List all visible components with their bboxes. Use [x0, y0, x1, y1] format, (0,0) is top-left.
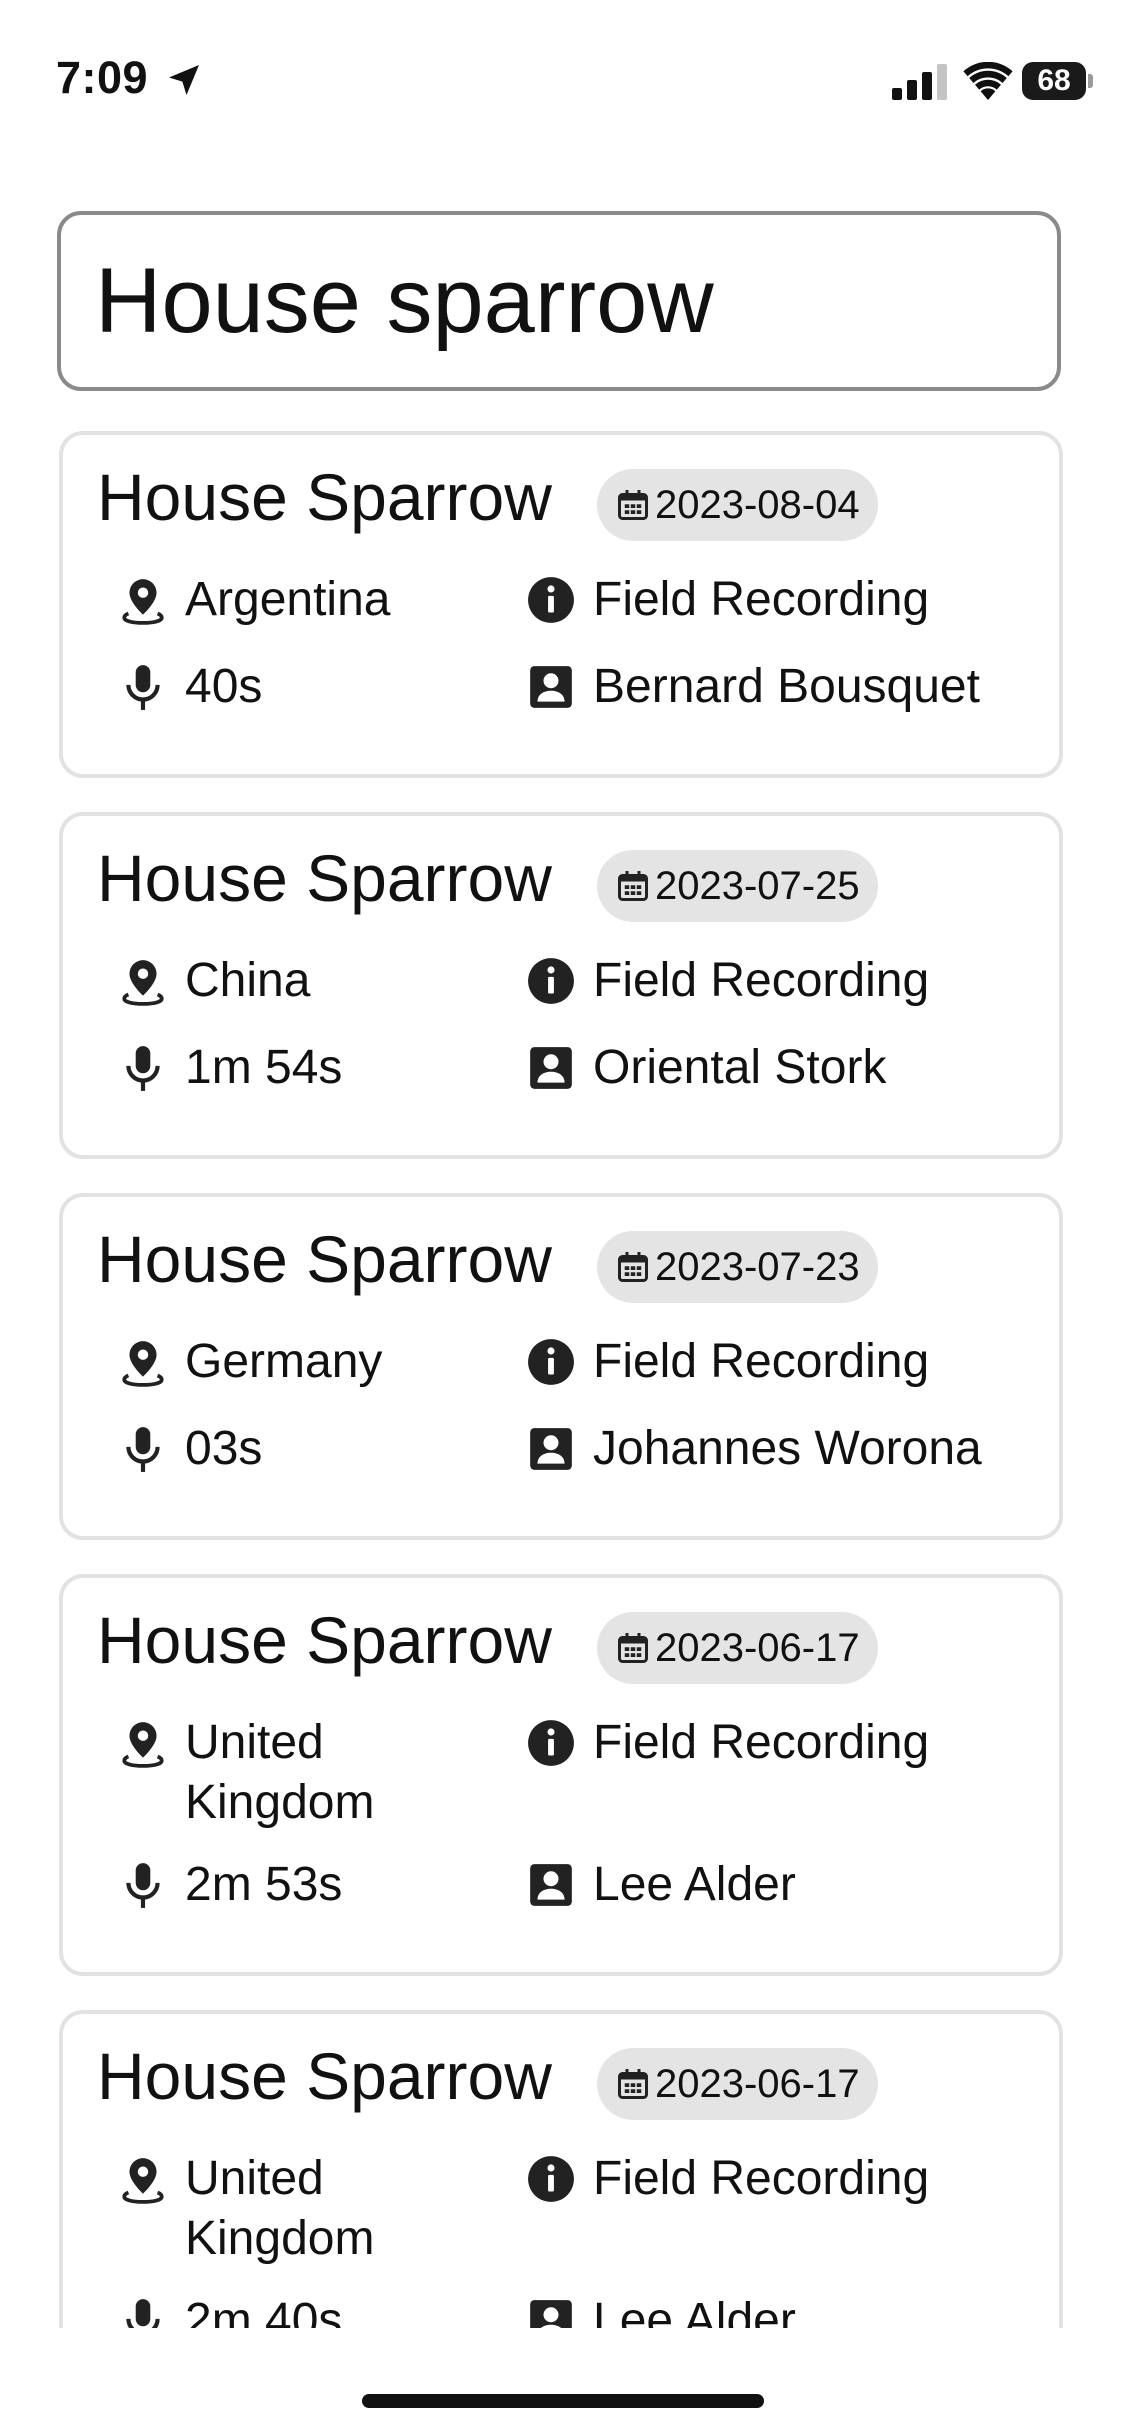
- recording-length: 2m 40s: [185, 2294, 343, 2328]
- recording-length: 40s: [185, 660, 263, 713]
- result-card[interactable]: House Sparrow 2023-07-25 China Field Rec…: [59, 812, 1063, 1159]
- recordist-field: Lee Alder: [525, 2291, 1045, 2328]
- calendar-icon: [618, 2069, 648, 2099]
- location-pin-icon: [122, 960, 164, 1006]
- recordist-field: Oriental Stork: [525, 1038, 1045, 1098]
- result-card[interactable]: House Sparrow 2023-06-17 United Kingdom …: [59, 2010, 1063, 2328]
- info-icon: [528, 577, 574, 623]
- country: United Kingdom: [185, 2152, 375, 2265]
- country-field: United Kingdom: [117, 1713, 437, 1833]
- recording-date: 2023-08-04: [655, 482, 860, 527]
- species-name: House Sparrow: [97, 1603, 552, 1677]
- country-field: China: [117, 951, 437, 1011]
- search-input[interactable]: House sparrow: [57, 211, 1061, 391]
- recordist: Oriental Stork: [593, 1041, 887, 1094]
- date-badge: 2023-06-17: [597, 1612, 878, 1684]
- microphone-icon: [126, 1427, 160, 1472]
- country-field: Germany: [117, 1332, 437, 1392]
- recordist: Bernard Bousquet: [593, 660, 980, 713]
- info-icon: [528, 1339, 574, 1385]
- date-badge: 2023-06-17: [597, 2048, 878, 2120]
- species-name: House Sparrow: [97, 2039, 552, 2113]
- result-card[interactable]: House Sparrow 2023-08-04 Argentina Field…: [59, 431, 1063, 778]
- calendar-icon: [618, 871, 648, 901]
- location-pin-icon: [122, 579, 164, 625]
- species-name: House Sparrow: [97, 460, 552, 534]
- microphone-icon: [126, 1046, 160, 1091]
- recording-length: 2m 53s: [185, 1858, 343, 1911]
- microphone-icon: [126, 665, 160, 710]
- info-icon: [528, 958, 574, 1004]
- length-field: 03s: [117, 1419, 437, 1479]
- recording-type: Field Recording: [593, 573, 930, 626]
- type-field: Field Recording: [525, 570, 1045, 630]
- recordist: Lee Alder: [593, 2294, 796, 2328]
- length-field: 40s: [117, 657, 437, 717]
- recording-date: 2023-07-25: [655, 863, 860, 908]
- type-field: Field Recording: [525, 951, 1045, 1011]
- country: Argentina: [185, 573, 391, 626]
- type-field: Field Recording: [525, 1332, 1045, 1392]
- species-name: House Sparrow: [97, 1222, 552, 1296]
- person-badge-icon: [530, 1428, 572, 1470]
- date-badge: 2023-08-04: [597, 469, 878, 541]
- person-badge-icon: [530, 2300, 572, 2328]
- location-pin-icon: [122, 2158, 164, 2204]
- recordist: Johannes Worona: [593, 1422, 982, 1475]
- recordist-field: Bernard Bousquet: [525, 657, 1045, 717]
- country: Germany: [185, 1335, 383, 1388]
- location-pin-icon: [122, 1722, 164, 1768]
- date-badge: 2023-07-23: [597, 1231, 878, 1303]
- recording-length: 1m 54s: [185, 1041, 343, 1094]
- recording-length: 03s: [185, 1422, 263, 1475]
- species-name: House Sparrow: [97, 841, 552, 915]
- recording-date: 2023-06-17: [655, 1625, 860, 1670]
- result-card[interactable]: House Sparrow 2023-07-23 Germany Field R…: [59, 1193, 1063, 1540]
- recording-date: 2023-06-17: [655, 2061, 860, 2106]
- person-badge-icon: [530, 666, 572, 708]
- recordist-field: Lee Alder: [525, 1855, 1045, 1915]
- type-field: Field Recording: [525, 1713, 1045, 1773]
- date-badge: 2023-07-25: [597, 850, 878, 922]
- result-card[interactable]: House Sparrow 2023-06-17 United Kingdom …: [59, 1574, 1063, 1976]
- person-badge-icon: [530, 1047, 572, 1089]
- recordist: Lee Alder: [593, 1858, 796, 1911]
- person-badge-icon: [530, 1864, 572, 1906]
- recording-type: Field Recording: [593, 954, 930, 1007]
- calendar-icon: [618, 1252, 648, 1282]
- recording-type: Field Recording: [593, 2152, 930, 2205]
- country-field: Argentina: [117, 570, 437, 630]
- location-pin-icon: [122, 1341, 164, 1387]
- country: United Kingdom: [185, 1716, 375, 1829]
- country: China: [185, 954, 311, 1007]
- calendar-icon: [618, 1633, 648, 1663]
- microphone-icon: [126, 1863, 160, 1908]
- length-field: 1m 54s: [117, 1038, 437, 1098]
- microphone-icon: [126, 2299, 160, 2328]
- length-field: 2m 40s: [117, 2291, 437, 2328]
- recording-type: Field Recording: [593, 1335, 930, 1388]
- recording-type: Field Recording: [593, 1716, 930, 1769]
- type-field: Field Recording: [525, 2149, 1045, 2209]
- recordist-field: Johannes Worona: [525, 1419, 1045, 1479]
- recording-date: 2023-07-23: [655, 1244, 860, 1289]
- calendar-icon: [618, 490, 648, 520]
- country-field: United Kingdom: [117, 2149, 437, 2269]
- info-icon: [528, 2156, 574, 2202]
- length-field: 2m 53s: [117, 1855, 437, 1915]
- info-icon: [528, 1720, 574, 1766]
- home-indicator[interactable]: [362, 2394, 764, 2408]
